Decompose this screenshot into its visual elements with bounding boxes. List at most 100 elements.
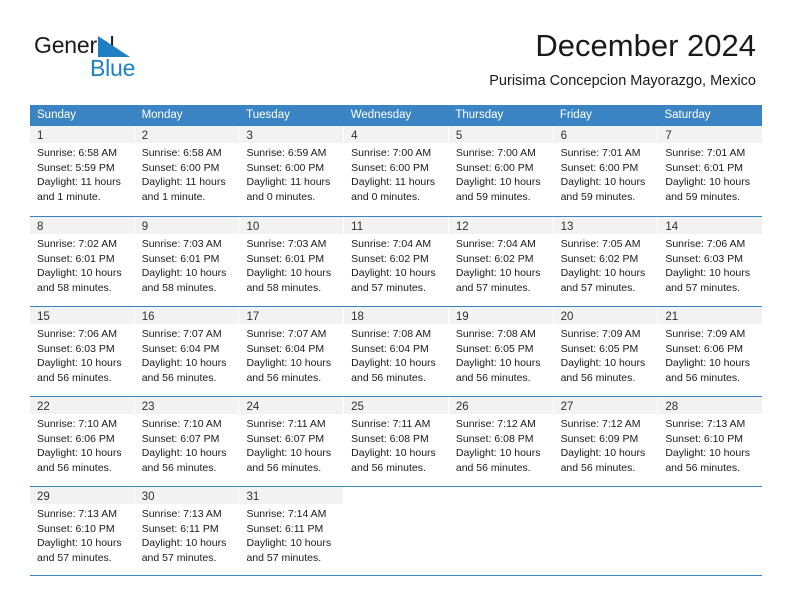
day-detail-line: Sunset: 6:04 PM (141, 342, 220, 355)
day-detail-line: and 57 minutes. (246, 551, 322, 564)
day-number: 26 (455, 401, 469, 413)
day-cell-4[interactable]: 4 Sunrise: 7:00 AM Sunset: 6:00 PM Daylight… (344, 126, 449, 216)
day-detail-lines: Sunrise: 7:07 AM Sunset: 6:04 PM Daylight:… (135, 324, 239, 385)
day-cell-23[interactable]: 23 Sunrise: 7:10 AM Sunset: 6:07 PM Dayligh… (134, 397, 240, 486)
day-cell-17[interactable]: 17 Sunrise: 7:07 AM Sunset: 6:04 PM Dayligh… (239, 307, 345, 396)
day-detail-lines: Sunrise: 6:58 AM Sunset: 5:59 PM Daylight:… (30, 143, 134, 204)
day-detail-lines: Sunrise: 6:59 AM Sunset: 6:00 PM Daylight:… (239, 143, 343, 204)
day-cell-empty (554, 487, 659, 575)
day-number-band: 22 (30, 397, 134, 414)
weekday-header-friday: Friday (559, 109, 592, 121)
day-cell-30[interactable]: 30 Sunrise: 7:13 AM Sunset: 6:11 PM Dayligh… (134, 487, 240, 575)
day-cell-6[interactable]: 6 Sunrise: 7:01 AM Sunset: 6:00 PM Daylight… (553, 126, 659, 216)
day-number: 31 (246, 491, 260, 503)
weekday-header-saturday: Saturday (664, 109, 711, 121)
brand-logo[interactable]: General Blue (34, 32, 204, 84)
day-cell-1[interactable]: 1 Sunrise: 6:58 AM Sunset: 5:59 PM Daylight… (30, 126, 135, 216)
day-detail-line: and 56 minutes. (37, 461, 112, 474)
day-detail-line: Daylight: 10 hours (665, 357, 750, 370)
day-cell-3[interactable]: 3 Sunrise: 6:59 AM Sunset: 6:00 PM Daylight… (239, 126, 345, 216)
day-detail-line: and 56 minutes. (37, 371, 112, 384)
day-number: 16 (141, 311, 155, 323)
day-detail-line: and 56 minutes. (455, 461, 531, 474)
day-number: 9 (141, 221, 149, 233)
day-cell-12[interactable]: 12 Sunrise: 7:04 AM Sunset: 6:02 PM Dayligh… (448, 217, 554, 306)
day-cell-empty (658, 487, 762, 575)
day-detail-line: Sunrise: 7:01 AM (560, 147, 641, 159)
day-detail-line: Sunrise: 7:08 AM (455, 328, 536, 340)
day-number-band: 10 (239, 217, 344, 234)
day-cell-20[interactable]: 20 Sunrise: 7:09 AM Sunset: 6:05 PM Dayligh… (553, 307, 659, 396)
day-number: 12 (455, 221, 469, 233)
day-cell-5[interactable]: 5 Sunrise: 7:00 AM Sunset: 6:00 PM Daylight… (448, 126, 554, 216)
day-number: 1 (37, 130, 44, 142)
day-detail-line: Daylight: 10 hours (560, 176, 646, 189)
day-detail-line: Sunset: 6:00 PM (455, 161, 534, 174)
day-number-band: 9 (134, 217, 239, 234)
day-number-band: 18 (344, 307, 448, 324)
day-detail-line: and 57 minutes. (37, 551, 112, 564)
day-cell-11[interactable]: 11 Sunrise: 7:04 AM Sunset: 6:02 PM Dayligh… (344, 217, 449, 306)
day-number: 7 (665, 130, 672, 142)
day-cell-8[interactable]: 8 Sunrise: 7:02 AM Sunset: 6:01 PM Daylight… (30, 217, 135, 306)
day-detail-line: Sunset: 6:01 PM (665, 161, 743, 174)
day-cell-31[interactable]: 31 Sunrise: 7:14 AM Sunset: 6:11 PM Dayligh… (239, 487, 345, 575)
day-detail-line: Sunrise: 7:08 AM (351, 328, 432, 340)
day-cell-13[interactable]: 13 Sunrise: 7:05 AM Sunset: 6:02 PM Dayligh… (553, 217, 659, 306)
day-cell-26[interactable]: 26 Sunrise: 7:12 AM Sunset: 6:08 PM Dayligh… (448, 397, 554, 486)
day-number-band: 6 (553, 126, 658, 143)
calendar-week-row: 29 Sunrise: 7:13 AM Sunset: 6:10 PM Dayligh… (30, 486, 762, 576)
day-detail-lines: Sunrise: 7:12 AM Sunset: 6:08 PM Daylight:… (449, 414, 553, 475)
day-cell-16[interactable]: 16 Sunrise: 7:07 AM Sunset: 6:04 PM Dayligh… (134, 307, 240, 396)
brand-blue-text: Blue (90, 55, 136, 81)
day-cell-24[interactable]: 24 Sunrise: 7:11 AM Sunset: 6:07 PM Dayligh… (239, 397, 345, 486)
day-detail-lines: Sunrise: 7:02 AM Sunset: 6:01 PM Daylight:… (30, 234, 134, 295)
day-detail-line: Sunrise: 7:07 AM (141, 328, 222, 340)
day-cell-18[interactable]: 18 Sunrise: 7:08 AM Sunset: 6:04 PM Dayligh… (344, 307, 449, 396)
day-cell-15[interactable]: 15 Sunrise: 7:06 AM Sunset: 6:03 PM Dayligh… (30, 307, 135, 396)
day-cell-10[interactable]: 10 Sunrise: 7:03 AM Sunset: 6:01 PM Dayligh… (239, 217, 345, 306)
day-detail-line: and 56 minutes. (665, 371, 741, 384)
day-detail-lines: Sunrise: 7:11 AM Sunset: 6:08 PM Daylight:… (344, 414, 448, 475)
day-cell-empty (449, 487, 554, 575)
day-detail-line: Sunset: 5:59 PM (37, 161, 115, 174)
day-detail-line: Sunrise: 7:07 AM (246, 328, 327, 340)
day-detail-lines: Sunrise: 7:04 AM Sunset: 6:02 PM Daylight:… (449, 234, 553, 295)
day-cell-27[interactable]: 27 Sunrise: 7:12 AM Sunset: 6:09 PM Dayligh… (553, 397, 659, 486)
day-number-band: 13 (553, 217, 658, 234)
day-detail-line: Sunset: 6:00 PM (141, 161, 220, 174)
day-number: 25 (351, 401, 364, 413)
day-number: 3 (246, 130, 253, 142)
day-cell-21[interactable]: 21 Sunrise: 7:09 AM Sunset: 6:06 PM Dayligh… (658, 307, 763, 396)
day-detail-line: and 56 minutes. (560, 371, 636, 384)
weekday-header-wednesday: Wednesday (350, 109, 412, 121)
day-detail-lines: Sunrise: 7:10 AM Sunset: 6:07 PM Daylight:… (135, 414, 239, 475)
day-detail-line: Daylight: 10 hours (37, 537, 122, 550)
day-cell-2[interactable]: 2 Sunrise: 6:58 AM Sunset: 6:00 PM Daylight… (134, 126, 240, 216)
day-detail-line: and 56 minutes. (246, 461, 322, 474)
calendar-grid: Sunday Monday Tuesday Wednesday Thursday Frid… (30, 105, 763, 576)
day-detail-line: and 59 minutes. (455, 190, 531, 203)
calendar-weeks: 1 Sunrise: 6:58 AM Sunset: 5:59 PM Daylight… (30, 126, 763, 576)
day-number-band: 12 (448, 217, 553, 234)
day-cell-9[interactable]: 9 Sunrise: 7:03 AM Sunset: 6:01 PM Daylight… (134, 217, 240, 306)
day-detail-line: and 57 minutes. (665, 281, 741, 294)
day-number-band: 26 (448, 397, 553, 414)
day-detail-line: Sunrise: 7:12 AM (455, 418, 536, 430)
day-cell-29[interactable]: 29 Sunrise: 7:13 AM Sunset: 6:10 PM Dayligh… (30, 487, 135, 575)
day-cell-14[interactable]: 14 Sunrise: 7:06 AM Sunset: 6:03 PM Dayligh… (658, 217, 763, 306)
day-detail-line: Daylight: 10 hours (560, 267, 646, 280)
day-detail-line: Sunset: 6:02 PM (351, 252, 429, 265)
day-detail-line: Sunrise: 7:13 AM (37, 508, 117, 520)
day-cell-19[interactable]: 19 Sunrise: 7:08 AM Sunset: 6:05 PM Dayligh… (448, 307, 554, 396)
day-detail-lines: Sunrise: 7:07 AM Sunset: 6:04 PM Daylight:… (239, 324, 343, 385)
day-cell-22[interactable]: 22 Sunrise: 7:10 AM Sunset: 6:06 PM Dayligh… (30, 397, 135, 486)
day-cell-28[interactable]: 28 Sunrise: 7:13 AM Sunset: 6:10 PM Dayligh… (658, 397, 763, 486)
day-number: 20 (560, 311, 574, 323)
day-detail-line: Daylight: 10 hours (141, 447, 227, 460)
day-detail-line: Sunrise: 7:03 AM (246, 238, 327, 250)
day-number: 19 (455, 311, 469, 323)
day-detail-lines: Sunrise: 7:13 AM Sunset: 6:10 PM Daylight:… (30, 504, 134, 565)
day-cell-7[interactable]: 7 Sunrise: 7:01 AM Sunset: 6:01 PM Daylight… (658, 126, 763, 216)
day-cell-25[interactable]: 25 Sunrise: 7:11 AM Sunset: 6:08 PM Dayligh… (344, 397, 449, 486)
